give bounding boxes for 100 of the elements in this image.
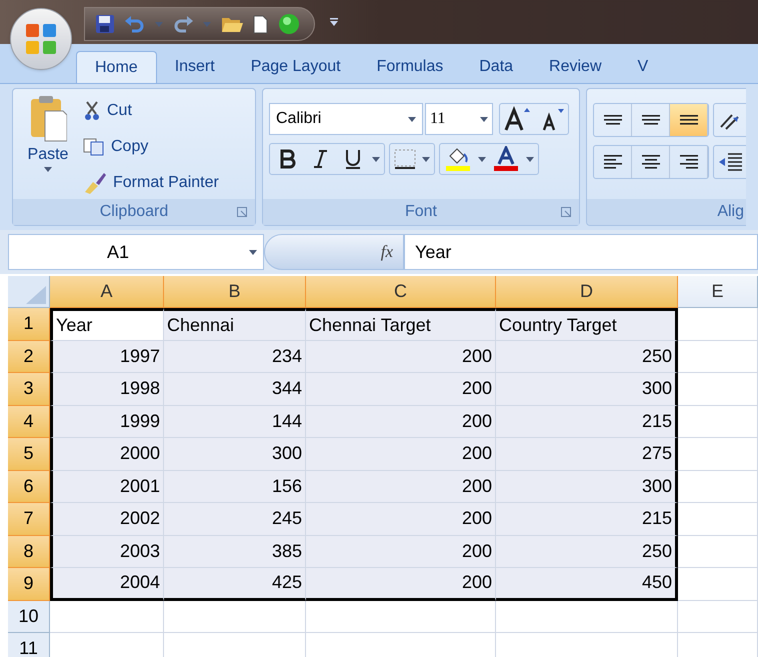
text-lines-icon: [604, 155, 622, 169]
table-cell: 200: [306, 340, 496, 373]
table-cell: 2000: [50, 438, 164, 470]
table-cell: 234: [164, 340, 306, 373]
font-name-field[interactable]: Calibri: [269, 103, 423, 135]
table-cell: 1998: [50, 373, 164, 406]
group-label: Clipboard: [100, 202, 168, 222]
row-header[interactable]: 3: [8, 373, 50, 406]
formula-field[interactable]: Year: [404, 234, 758, 270]
row-header[interactable]: 5: [8, 438, 50, 470]
undo-icon[interactable]: [125, 15, 145, 33]
ribbon-tab[interactable]: Review: [531, 51, 620, 83]
clipboard-action[interactable]: Format Painter: [83, 167, 219, 199]
insert-function-button[interactable]: fx: [380, 239, 393, 265]
font-color-icon[interactable]: [492, 146, 520, 172]
table-cell: 1997: [50, 340, 164, 373]
ball-icon[interactable]: [278, 13, 300, 35]
table-cell: Year: [50, 308, 164, 340]
dropdown-caret-icon: [44, 167, 52, 172]
row-header[interactable]: 8: [8, 536, 50, 568]
dialog-launcher-icon[interactable]: [561, 207, 571, 217]
row-header[interactable]: 10: [8, 600, 50, 633]
save-icon[interactable]: [95, 14, 115, 34]
table-cell: 2004: [50, 568, 164, 600]
table-cell: 215: [496, 503, 678, 536]
table-cell: 425: [164, 568, 306, 600]
ribbon-tab[interactable]: Home: [76, 51, 157, 83]
table-cell: Country Target: [496, 308, 678, 340]
dropdown-caret-icon: [408, 116, 416, 122]
dropdown-caret-icon: [422, 156, 430, 162]
ribbon-tab[interactable]: Page Layout: [232, 51, 359, 83]
fill-color-icon[interactable]: [444, 146, 472, 172]
row-header[interactable]: 1: [8, 308, 50, 340]
ribbon-tab[interactable]: Formulas: [358, 51, 462, 83]
table-cell: 344: [164, 373, 306, 406]
table-cell: 215: [496, 406, 678, 438]
row-header[interactable]: 9: [8, 568, 50, 600]
undo-caret-icon: [155, 22, 163, 26]
table-cell: 200: [306, 568, 496, 600]
name-box[interactable]: A1: [8, 234, 264, 270]
customize-caret-icon[interactable]: [329, 17, 339, 27]
table-cell: Chennai: [164, 308, 306, 340]
table-cell: 200: [306, 406, 496, 438]
row-header[interactable]: 7: [8, 503, 50, 536]
borders-icon[interactable]: [394, 149, 416, 169]
dropdown-caret-icon: [480, 116, 488, 122]
table-cell: 300: [496, 373, 678, 406]
table-cell: 200: [306, 470, 496, 503]
table-cell: 300: [164, 438, 306, 470]
new-document-icon[interactable]: [253, 14, 268, 34]
row-header[interactable]: 6: [8, 470, 50, 503]
text-lines-icon: [642, 155, 660, 169]
ribbon-tab[interactable]: Insert: [156, 51, 233, 83]
dialog-launcher-icon[interactable]: [237, 207, 247, 217]
text-lines-icon: [680, 155, 698, 169]
open-folder-icon[interactable]: [221, 15, 243, 33]
office-logo: [24, 22, 58, 56]
redo-caret-icon: [203, 22, 211, 26]
table-cell: 250: [496, 340, 678, 373]
ribbon-tab[interactable]: Data: [461, 51, 532, 83]
row-header[interactable]: 11: [8, 633, 50, 657]
dropdown-caret-icon: [372, 156, 380, 162]
row-header[interactable]: 4: [8, 406, 50, 438]
clipboard-action[interactable]: Copy: [83, 131, 219, 163]
table-cell: 1999: [50, 406, 164, 438]
bottom-align-button[interactable]: [670, 104, 708, 136]
row-header[interactable]: 2: [8, 340, 50, 373]
triangle-icon: [26, 286, 46, 304]
column-header[interactable]: E: [678, 276, 758, 308]
table-cell: 275: [496, 438, 678, 470]
table-cell: 250: [496, 536, 678, 568]
redo-icon[interactable]: [173, 15, 193, 33]
text-lines-icon: [642, 115, 660, 125]
clipboard-action[interactable]: Cut: [83, 95, 219, 127]
ribbon-tab[interactable]: V: [620, 51, 666, 83]
table-cell: 245: [164, 503, 306, 536]
column-header[interactable]: A: [50, 276, 164, 308]
table-cell: 200: [306, 536, 496, 568]
table-cell: 385: [164, 536, 306, 568]
table-cell: 200: [306, 373, 496, 406]
table-cell: 300: [496, 470, 678, 503]
paste-button[interactable]: Paste: [23, 95, 73, 199]
column-header[interactable]: C: [306, 276, 496, 308]
table-cell: 156: [164, 470, 306, 503]
group-label: Font: [404, 202, 437, 222]
paintbrush-icon: [83, 172, 107, 194]
column-header[interactable]: D: [496, 276, 678, 308]
table-cell: 2002: [50, 503, 164, 536]
column-header[interactable]: B: [164, 276, 306, 308]
text-lines-icon: [604, 115, 622, 125]
scissors-icon: [83, 101, 101, 121]
font-size-field[interactable]: 11: [425, 103, 493, 135]
clipboard-icon: [29, 95, 67, 143]
dropdown-caret-icon: [526, 156, 534, 162]
table-cell: 144: [164, 406, 306, 438]
dropdown-caret-icon: [478, 156, 486, 162]
group-label: Alig: [717, 202, 744, 222]
name-box-caret-icon: [249, 250, 257, 254]
table-cell: 2003: [50, 536, 164, 568]
decrease-indent-icon[interactable]: [718, 151, 744, 173]
